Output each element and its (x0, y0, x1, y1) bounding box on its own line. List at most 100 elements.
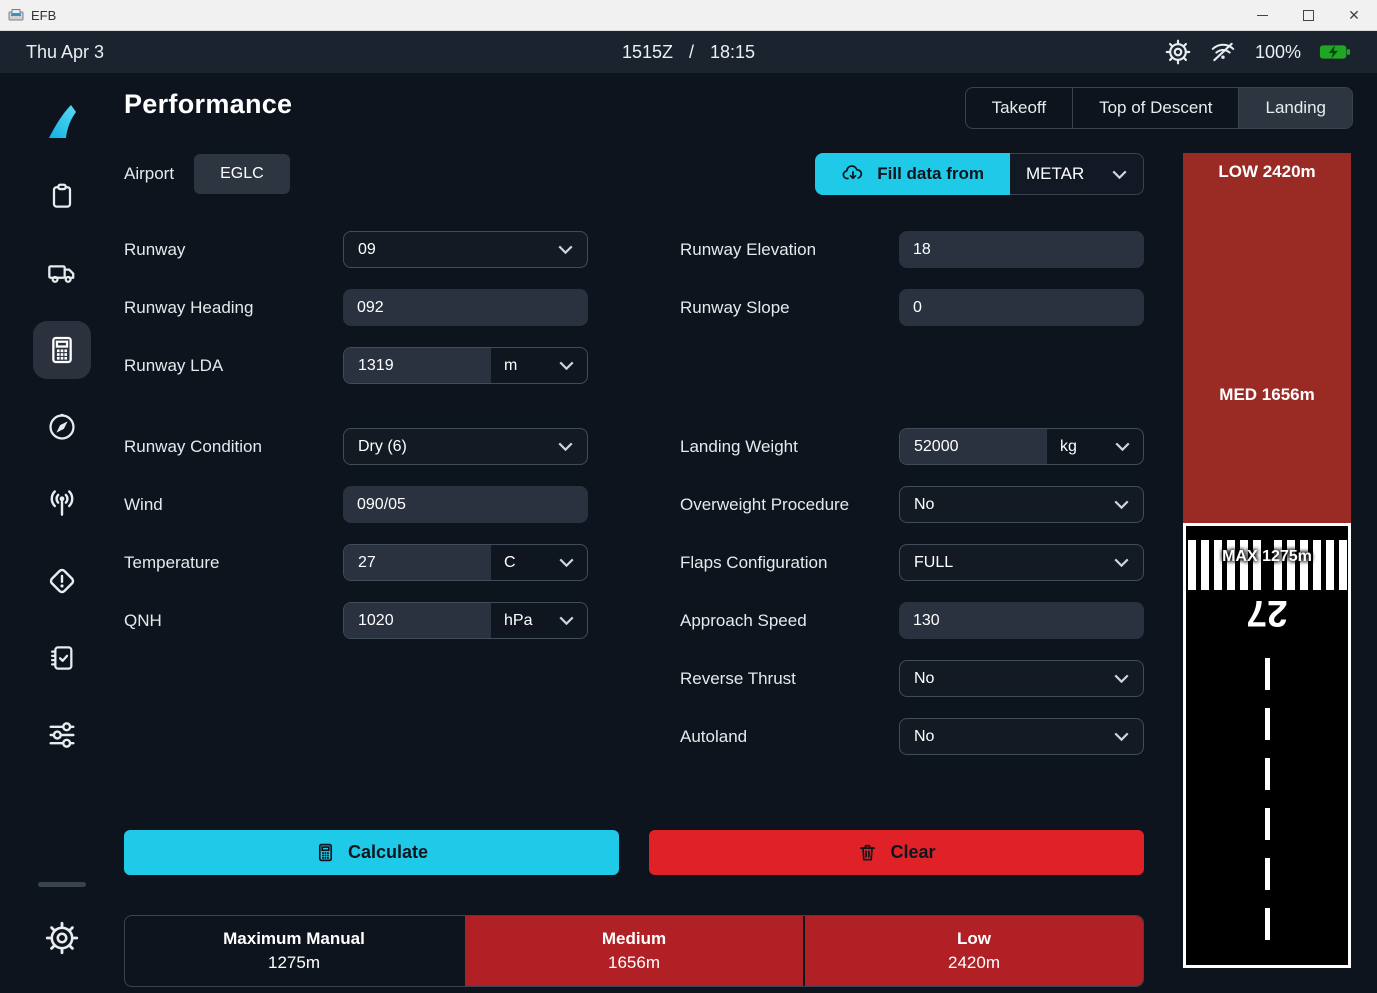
sidebar-item-flight-info[interactable] (33, 167, 91, 225)
efb-app-window: EFB ✕ Thu Apr 3 1515Z / 18:15 (0, 0, 1377, 993)
landing-weight-input[interactable] (900, 429, 1047, 464)
low-distance-label: LOW 2420m (1183, 162, 1351, 182)
result-label: Medium (602, 929, 666, 949)
temperature-input[interactable] (344, 545, 491, 580)
time-separator: / (689, 42, 694, 63)
sidebar-item-performance[interactable] (33, 321, 91, 379)
trash-icon (857, 842, 878, 863)
field-runway-condition: Runway Condition Dry (6) (124, 428, 588, 465)
chevron-down-icon (558, 245, 573, 254)
chevron-down-icon (559, 616, 574, 625)
settings-icon[interactable] (1165, 39, 1191, 65)
qnh-unit-select[interactable]: hPa (491, 603, 587, 638)
field-reverse-thrust: Reverse Thrust No (680, 660, 1144, 697)
field-label: Runway (124, 240, 343, 260)
sidebar-item-options[interactable] (33, 706, 91, 764)
field-label: Runway Condition (124, 437, 343, 457)
field-label: Temperature (124, 553, 343, 573)
status-date: Thu Apr 3 (26, 42, 104, 63)
fill-source-value: METAR (1026, 164, 1084, 184)
autoland-select[interactable]: No (899, 718, 1144, 755)
sidebar-item-navigation[interactable] (33, 398, 91, 456)
runway-lda-input[interactable] (344, 348, 491, 383)
med-distance-label: MED 1656m (1183, 385, 1351, 405)
chevron-down-icon (1114, 500, 1129, 509)
overweight-procedure-select[interactable]: No (899, 486, 1144, 523)
fill-data-from-button[interactable]: Fill data from (815, 153, 1010, 195)
sidebar-item-ground-ops[interactable] (33, 244, 91, 302)
app-logo (40, 93, 84, 151)
sidebar-item-radio[interactable] (33, 475, 91, 533)
sidebar-item-alerts[interactable] (33, 552, 91, 610)
field-wind: Wind (124, 486, 588, 523)
field-label: Overweight Procedure (680, 495, 899, 515)
close-button[interactable]: ✕ (1331, 0, 1377, 30)
field-label: Approach Speed (680, 611, 899, 631)
truck-icon (46, 257, 78, 289)
sidebar (0, 73, 124, 993)
field-overweight-procedure: Overweight Procedure No (680, 486, 1144, 523)
field-label: Runway Heading (124, 298, 343, 318)
tab-takeoff[interactable]: Takeoff (966, 88, 1074, 128)
clear-label: Clear (890, 842, 935, 863)
flaps-configuration-select[interactable]: FULL (899, 544, 1144, 581)
field-runway-heading: Runway Heading (124, 289, 588, 326)
runway-slope-input[interactable] (899, 289, 1144, 326)
local-time: 18:15 (710, 42, 755, 63)
tab-top-of-descent[interactable]: Top of Descent (1073, 88, 1239, 128)
calculator-icon (315, 842, 336, 863)
sliders-icon (45, 718, 79, 752)
gear-icon (45, 921, 79, 955)
wind-input[interactable] (343, 486, 588, 523)
temperature-unit-select[interactable]: C (491, 545, 587, 580)
clipboard-icon (46, 180, 78, 212)
warning-icon (45, 564, 79, 598)
result-label: Maximum Manual (223, 929, 365, 949)
field-label: Runway Slope (680, 298, 899, 318)
compass-icon (46, 411, 78, 443)
sidebar-divider (38, 882, 86, 887)
minimize-button[interactable] (1239, 0, 1285, 30)
wifi-off-icon[interactable] (1209, 39, 1237, 65)
tab-landing[interactable]: Landing (1239, 88, 1352, 128)
airport-code: EGLC (220, 165, 264, 183)
fill-source-select[interactable]: METAR (1010, 153, 1144, 195)
sidebar-item-settings[interactable] (33, 909, 91, 967)
field-runway-elevation: Runway Elevation (680, 231, 1144, 268)
runway-lda-unit-select[interactable]: m (491, 348, 587, 383)
maximize-button[interactable] (1285, 0, 1331, 30)
approach-speed-input[interactable] (899, 602, 1144, 639)
select-value: FULL (914, 554, 953, 572)
field-landing-weight: Landing Weight kg (680, 428, 1144, 465)
field-runway: Runway 09 (124, 231, 588, 268)
airport-code-button[interactable]: EGLC (194, 154, 290, 194)
battery-percent: 100% (1255, 42, 1301, 63)
runway-visualization: LOW 2420m MED 1656m MAX 1275m 27 (1183, 153, 1351, 993)
landing-weight-unit-select[interactable]: kg (1047, 429, 1143, 464)
calculate-button[interactable]: Calculate (124, 830, 619, 875)
select-value: Dry (6) (358, 438, 407, 456)
reverse-thrust-select[interactable]: No (899, 660, 1144, 697)
runway-elevation-input[interactable] (899, 231, 1144, 268)
runway-select[interactable]: 09 (343, 231, 588, 268)
select-value: No (914, 728, 934, 746)
checklist-icon (46, 642, 78, 674)
sidebar-item-checklist[interactable] (33, 629, 91, 687)
runway-number: 27 (1186, 592, 1348, 634)
qnh-input[interactable] (344, 603, 491, 638)
os-titlebar: EFB ✕ (0, 0, 1377, 31)
overrun-zone: LOW 2420m MED 1656m (1183, 153, 1351, 523)
runway-condition-select[interactable]: Dry (6) (343, 428, 588, 465)
field-temperature: Temperature C (124, 544, 588, 581)
unit-value: hPa (504, 612, 532, 630)
result-medium: Medium 1656m (463, 916, 803, 986)
tab-group: Takeoff Top of Descent Landing (965, 87, 1353, 129)
runway-heading-input[interactable] (343, 289, 588, 326)
field-label: Runway Elevation (680, 240, 899, 260)
unit-value: kg (1060, 438, 1077, 456)
result-value: 1275m (268, 953, 320, 973)
airport-label: Airport (124, 164, 174, 184)
runway-centerline (1265, 658, 1270, 957)
field-approach-speed: Approach Speed (680, 602, 1144, 639)
clear-button[interactable]: Clear (649, 830, 1144, 875)
